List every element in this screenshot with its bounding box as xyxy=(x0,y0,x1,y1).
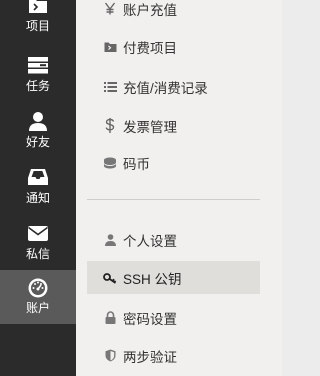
list-icon xyxy=(103,80,117,94)
key-icon xyxy=(103,271,117,285)
user-icon xyxy=(103,233,117,247)
nav-item-label: 私信 xyxy=(25,247,50,261)
menu-item-two-factor[interactable]: 两步验证 xyxy=(87,339,260,372)
menu-item-label: 发票管理 xyxy=(123,119,177,135)
nav-item-label: 项目 xyxy=(25,19,50,33)
nav-item-label: 账户 xyxy=(25,301,50,315)
nav-item-tasks[interactable]: 任务 xyxy=(0,48,76,102)
main-nav-rail: 项目 任务 好友 通知 私信 账户 xyxy=(0,0,76,376)
tasks-icon xyxy=(28,57,48,74)
nav-item-label: 通知 xyxy=(25,191,50,205)
menu-divider xyxy=(87,199,260,200)
yen-icon xyxy=(103,2,117,16)
nav-item-messages[interactable]: 私信 xyxy=(0,216,76,270)
menu-item-invoices[interactable]: 发票管理 xyxy=(87,109,260,142)
menu-item-label: 付费项目 xyxy=(123,40,177,56)
menu-item-label: 个人设置 xyxy=(123,233,177,249)
dollar-icon xyxy=(103,118,117,133)
nav-item-label: 好友 xyxy=(25,135,50,149)
nav-item-projects[interactable]: 项目 xyxy=(0,0,76,42)
menu-item-password-settings[interactable]: 密码设置 xyxy=(87,301,260,334)
folder-icon xyxy=(103,40,117,54)
nav-item-notifications[interactable]: 通知 xyxy=(0,160,76,214)
menu-item-coins[interactable]: 码币 xyxy=(87,146,260,179)
menu-item-label: 账户充值 xyxy=(123,2,177,18)
nav-item-account[interactable]: 账户 xyxy=(0,270,76,324)
folder-icon xyxy=(29,0,47,13)
menu-item-label: 两步验证 xyxy=(123,349,177,365)
menu-item-transaction-records[interactable]: 充值/消费记录 xyxy=(87,70,260,103)
menu-item-label: 码币 xyxy=(123,156,150,172)
envelope-icon xyxy=(28,226,48,241)
menu-item-recharge[interactable]: 账户充值 xyxy=(87,0,260,25)
user-icon xyxy=(29,112,47,131)
menu-item-label: 充值/消费记录 xyxy=(123,80,208,96)
account-menu-panel: 账户充值 付费项目 充值/消费记录 发票管理 码币 个人设置 SSH 公钥 密码… xyxy=(76,0,282,376)
menu-item-paid-projects[interactable]: 付费项目 xyxy=(87,30,260,63)
coins-icon xyxy=(103,156,117,170)
dashboard-icon xyxy=(28,278,48,298)
nav-item-label: 任务 xyxy=(25,79,50,93)
menu-item-label: SSH 公钥 xyxy=(123,271,182,287)
menu-item-personal-settings[interactable]: 个人设置 xyxy=(87,223,260,256)
nav-item-friends[interactable]: 好友 xyxy=(0,104,76,158)
menu-item-ssh-keys[interactable]: SSH 公钥 xyxy=(87,261,260,294)
shield-icon xyxy=(103,349,117,363)
inbox-icon xyxy=(28,169,48,185)
menu-item-label: 密码设置 xyxy=(123,311,177,327)
lock-icon xyxy=(103,311,117,325)
